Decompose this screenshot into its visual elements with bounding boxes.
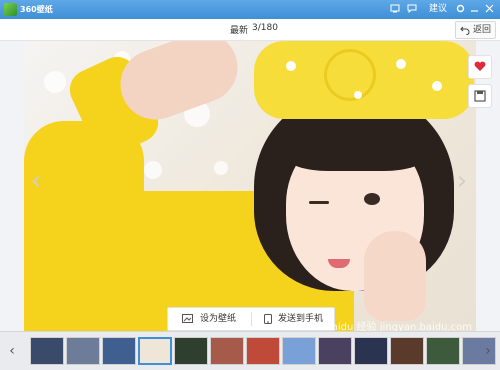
wallpaper-thumbnail[interactable]: [66, 337, 100, 365]
settings-gear-icon[interactable]: [456, 2, 466, 16]
save-disk-icon: [474, 90, 486, 102]
back-button[interactable]: 返回: [455, 21, 496, 39]
feedback-label: 建议: [428, 4, 447, 14]
wallpaper-thumbnail[interactable]: [390, 337, 424, 365]
wallpaper-thumbnail[interactable]: [354, 337, 388, 365]
bokeh-light: [214, 161, 228, 175]
strip-prev-arrow[interactable]: ‹: [5, 342, 19, 360]
skin-icon[interactable]: [390, 2, 402, 16]
action-divider: [251, 312, 252, 326]
next-image-arrow[interactable]: ›: [454, 161, 470, 201]
message-icon[interactable]: [407, 2, 419, 16]
wallpaper-viewer: ‹ › 设为壁纸 发送到手机: [0, 41, 500, 331]
hand-shape: [364, 231, 426, 321]
wallpaper-thumbnail[interactable]: [246, 337, 280, 365]
title-bar: 360壁纸 建议: [0, 0, 500, 19]
strip-next-arrow[interactable]: ›: [481, 342, 495, 360]
polka-dot: [286, 61, 296, 71]
wallpaper-thumbnail[interactable]: [318, 337, 352, 365]
bangs-shape: [286, 123, 426, 171]
app-logo-icon: [4, 3, 17, 16]
undo-icon: [460, 26, 470, 35]
wallpaper-icon: [182, 314, 193, 323]
send-to-phone-button[interactable]: 发送到手机: [264, 308, 332, 330]
wallpaper-thumbnail[interactable]: [282, 337, 316, 365]
polka-dot: [432, 81, 442, 91]
save-button[interactable]: [468, 84, 492, 108]
toolbar: 最新 3/180 返回: [0, 19, 500, 41]
wallpaper-thumbnail[interactable]: [426, 337, 460, 365]
send-to-phone-label: 发送到手机: [278, 314, 324, 324]
bokeh-light: [144, 161, 162, 179]
polka-dot: [396, 59, 406, 69]
wallpaper-thumbnail[interactable]: [30, 337, 64, 365]
wallpaper-thumbnail[interactable]: [102, 337, 136, 365]
heart-icon: [474, 61, 486, 71]
image-counter: 3/180: [252, 23, 278, 33]
bow-knot-shape: [324, 49, 376, 101]
close-icon[interactable]: [485, 2, 495, 16]
closed-eye-shape: [309, 201, 329, 204]
wallpaper-thumbnail[interactable]: [138, 337, 172, 365]
wallpaper-thumbnail[interactable]: [210, 337, 244, 365]
wallpaper-thumbnail[interactable]: [174, 337, 208, 365]
app-title: 360壁纸: [20, 5, 53, 14]
prev-image-arrow[interactable]: ‹: [28, 161, 44, 201]
action-bar: 设为壁纸 发送到手机: [167, 307, 335, 331]
feedback-button[interactable]: 建议: [422, 2, 454, 16]
set-wallpaper-button[interactable]: 设为壁纸: [182, 308, 248, 330]
sort-latest-label[interactable]: 最新: [230, 23, 248, 36]
side-actions: [468, 55, 492, 113]
bokeh-light: [44, 71, 66, 93]
favorite-button[interactable]: [468, 55, 492, 79]
set-wallpaper-label: 设为壁纸: [200, 314, 237, 324]
wallpaper-image: [24, 41, 476, 331]
app-window: 360壁纸 建议 最新 3/180 返回 ‹ › 设为壁纸 发送到手机 Baid…: [0, 0, 500, 370]
phone-icon: [264, 314, 272, 324]
polka-dot: [354, 91, 362, 99]
minimize-icon[interactable]: [470, 2, 480, 16]
open-eye-shape: [364, 193, 380, 205]
thumbnail-strip: ‹ ›: [0, 331, 500, 370]
